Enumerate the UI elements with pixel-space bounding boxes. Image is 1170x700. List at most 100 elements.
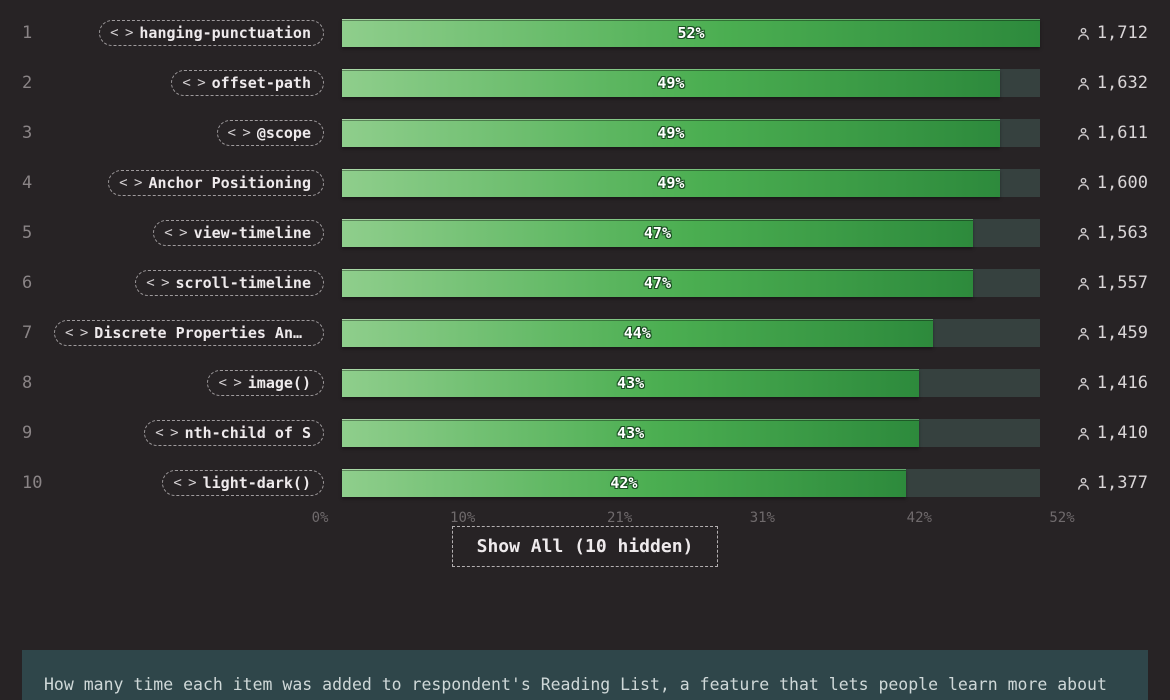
feature-pill[interactable]: < >Discrete Properties Anima… [54, 320, 324, 346]
chart-row: 10 < > light-dark() 42% 1,377 [22, 458, 1148, 508]
code-icon: < > [164, 225, 186, 241]
chart-row: 5 < > view-timeline 47% 1,563 [22, 208, 1148, 258]
footer-text: How many time each item was added to res… [44, 675, 1107, 694]
bar-percent-label: 49% [657, 174, 684, 192]
count-value: 1,712 [1097, 23, 1148, 43]
bar-percent-label: 43% [617, 374, 644, 392]
bar-track: 47% [342, 269, 1040, 297]
bar-percent-label: 52% [677, 24, 704, 42]
feature-label: Anchor Positioning [148, 174, 311, 192]
count-value: 1,563 [1097, 223, 1148, 243]
rank-number: 7 [22, 323, 52, 343]
bar-track: 49% [342, 169, 1040, 197]
person-icon [1076, 376, 1091, 391]
code-icon: < > [110, 25, 132, 41]
respondent-count: 1,557 [1058, 273, 1148, 293]
person-icon [1076, 476, 1091, 491]
rank-number: 2 [22, 73, 52, 93]
feature-pill[interactable]: < >scroll-timeline [135, 270, 324, 296]
rank-number: 10 [22, 473, 52, 493]
label-column: < >Anchor Positioning [52, 170, 342, 196]
axis-tick: 52% [1049, 510, 1074, 526]
feature-label: hanging-punctuation [139, 24, 311, 42]
bar-track: 43% [342, 369, 1040, 397]
count-value: 1,416 [1097, 373, 1148, 393]
count-value: 1,377 [1097, 473, 1148, 493]
person-icon [1076, 76, 1091, 91]
bar-track: 49% [342, 119, 1040, 147]
rank-number: 5 [22, 223, 52, 243]
person-icon [1076, 176, 1091, 191]
show-all-button[interactable]: Show All (10 hidden) [452, 526, 719, 567]
axis-tick: 31% [750, 510, 775, 526]
rank-number: 6 [22, 273, 52, 293]
respondent-count: 1,563 [1058, 223, 1148, 243]
code-icon: < > [228, 125, 250, 141]
respondent-count: 1,632 [1058, 73, 1148, 93]
person-icon [1076, 276, 1091, 291]
chart-row: 9< >nth-child of S43%1,410 [22, 408, 1148, 458]
rank-number: 9 [22, 423, 52, 443]
label-column: < > offset-path [52, 70, 342, 96]
feature-label: image() [248, 374, 311, 392]
code-icon: < > [155, 425, 177, 441]
rank-number: 4 [22, 173, 52, 193]
feature-pill[interactable]: < > view-timeline [153, 220, 324, 246]
bar-track: 49% [342, 69, 1040, 97]
bar-percent-label: 42% [610, 474, 637, 492]
label-column: < >scroll-timeline [52, 270, 342, 296]
axis-tick: 0% [312, 510, 329, 526]
code-icon: < > [182, 75, 204, 91]
label-column: < > @scope [52, 120, 342, 146]
person-icon [1076, 126, 1091, 141]
chart-row: 7< >Discrete Properties Anima… 44% 1,459 [22, 308, 1148, 358]
chart-row: 6 < >scroll-timeline 47% 1,557 [22, 258, 1148, 308]
feature-pill[interactable]: < > @scope [217, 120, 324, 146]
feature-pill[interactable]: < >Anchor Positioning [108, 170, 324, 196]
feature-pill[interactable]: < > image() [207, 370, 324, 396]
label-column: < > nth-child of S [52, 420, 342, 446]
bar-percent-label: 49% [657, 124, 684, 142]
person-icon [1076, 226, 1091, 241]
count-value: 1,611 [1097, 123, 1148, 143]
person-icon [1076, 326, 1091, 341]
feature-pill[interactable]: < > offset-path [171, 70, 324, 96]
respondent-count: 1,600 [1058, 173, 1148, 193]
bar-track: 47% [342, 219, 1040, 247]
rank-number: 1 [22, 23, 52, 43]
chart-row: 3< >@scope49%1,611 [22, 108, 1148, 158]
feature-label: nth-child of S [185, 424, 311, 442]
footer-description: How many time each item was added to res… [22, 650, 1148, 700]
respondent-count: 1,712 [1058, 23, 1148, 43]
chart-row: 8 < > image() 43% 1,416 [22, 358, 1148, 408]
feature-pill[interactable]: < > light-dark() [162, 470, 324, 496]
respondent-count: 1,459 [1058, 323, 1148, 343]
chart-row: 4 < >Anchor Positioning 49% 1,600 [22, 158, 1148, 208]
code-icon: < > [146, 275, 168, 291]
feature-label: @scope [257, 124, 311, 142]
code-icon: < > [173, 475, 195, 491]
respondent-count: 1,377 [1058, 473, 1148, 493]
feature-label: offset-path [212, 74, 311, 92]
feature-label: light-dark() [203, 474, 311, 492]
bar-percent-label: 44% [624, 324, 651, 342]
label-column: < > image() [52, 370, 342, 396]
feature-label: view-timeline [194, 224, 311, 242]
label-column: < > light-dark() [52, 470, 342, 496]
feature-pill[interactable]: < > nth-child of S [144, 420, 324, 446]
count-value: 1,600 [1097, 173, 1148, 193]
rank-number: 8 [22, 373, 52, 393]
label-column: < > view-timeline [52, 220, 342, 246]
count-value: 1,459 [1097, 323, 1148, 343]
x-axis: 0%10%21%31%42%52% [320, 508, 1062, 532]
axis-tick: 42% [907, 510, 932, 526]
respondent-count: 1,410 [1058, 423, 1148, 443]
code-icon: < > [218, 375, 240, 391]
feature-pill[interactable]: < > hanging-punctuation [99, 20, 324, 46]
chart-row: 2 < > offset-path 49% 1,632 [22, 58, 1148, 108]
bar-percent-label: 49% [657, 74, 684, 92]
feature-label: Discrete Properties Anima… [94, 324, 311, 342]
respondent-count: 1,416 [1058, 373, 1148, 393]
person-icon [1076, 426, 1091, 441]
axis-tick: 10% [450, 510, 475, 526]
